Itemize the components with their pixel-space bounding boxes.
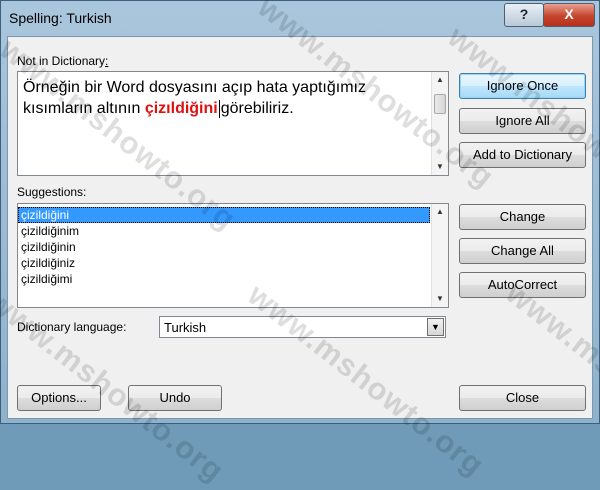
misspelled-word: çizıldiğini xyxy=(144,100,218,117)
scroll-up-arrow-icon[interactable]: ▲ xyxy=(432,72,448,88)
suggestions-list[interactable]: çizildiğini çizildiğinim çizildiğinin çi… xyxy=(17,203,449,308)
dropdown-arrow-icon[interactable]: ▼ xyxy=(427,318,444,336)
close-button[interactable]: Close xyxy=(459,385,586,411)
options-button[interactable]: Options... xyxy=(17,385,101,411)
help-icon: ? xyxy=(519,6,529,22)
list-item[interactable]: çizildiğini xyxy=(18,207,430,223)
sentence-text[interactable]: Örneğin bir Word dosyasını açıp hata yap… xyxy=(23,77,423,119)
suggestions-scrollbar[interactable]: ▲ ▼ xyxy=(431,204,448,307)
dictionary-language-label: Dictionary language: xyxy=(17,320,127,334)
dictionary-language-select[interactable]: Turkish ▼ xyxy=(159,316,446,338)
undo-button[interactable]: Undo xyxy=(128,385,222,411)
title-bar[interactable]: Spelling: Turkish ? X xyxy=(1,1,599,35)
suggestions-label: Suggestions: xyxy=(17,185,87,199)
dialog-body: Not in Dictionary: Örneğin bir Word dosy… xyxy=(7,36,593,419)
close-icon: X xyxy=(564,6,574,22)
list-item[interactable]: çizildiğinin xyxy=(18,239,430,255)
add-to-dictionary-button[interactable]: Add to Dictionary xyxy=(459,142,586,168)
scroll-down-arrow-icon[interactable]: ▼ xyxy=(432,291,448,307)
text-scrollbar[interactable]: ▲ ▼ xyxy=(431,72,448,175)
dialog-title: Spelling: Turkish xyxy=(9,10,112,26)
list-item[interactable]: çizildiğiniz xyxy=(18,255,430,271)
dictionary-language-value: Turkish xyxy=(164,320,207,335)
window-close-button[interactable]: X xyxy=(543,3,595,27)
ignore-once-button[interactable]: Ignore Once xyxy=(459,73,586,99)
scroll-down-arrow-icon[interactable]: ▼ xyxy=(432,159,448,175)
text-caret xyxy=(218,99,220,118)
spelling-dialog: Spelling: Turkish ? X Not in Dictionary:… xyxy=(0,0,600,489)
list-item[interactable]: çizildiğinim xyxy=(18,223,430,239)
help-button[interactable]: ? xyxy=(504,3,544,27)
change-all-button[interactable]: Change All xyxy=(459,238,586,264)
ignore-all-button[interactable]: Ignore All xyxy=(459,108,586,134)
scroll-up-arrow-icon[interactable]: ▲ xyxy=(432,204,448,220)
not-in-dictionary-textbox[interactable]: Örneğin bir Word dosyasını açıp hata yap… xyxy=(17,71,449,176)
not-in-dictionary-label: Not in Dictionary: xyxy=(17,54,109,68)
change-button[interactable]: Change xyxy=(459,204,586,230)
scroll-thumb[interactable] xyxy=(434,94,446,114)
autocorrect-button[interactable]: AutoCorrect xyxy=(459,272,586,298)
list-item[interactable]: çizildiğimi xyxy=(18,271,430,287)
